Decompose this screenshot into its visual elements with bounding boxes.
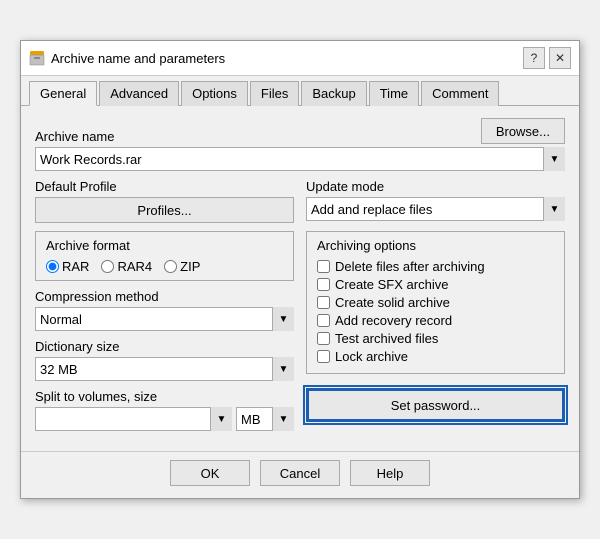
split-unit-wrap: B KB MB GB ▼	[236, 407, 294, 431]
radio-row: RAR RAR4 ZIP	[46, 259, 283, 274]
split-section: Split to volumes, size ▼ B KB	[35, 389, 294, 431]
tab-comment[interactable]: Comment	[421, 81, 499, 106]
radio-zip-input[interactable]	[164, 260, 177, 273]
checkbox-add-recovery[interactable]: Add recovery record	[317, 313, 554, 328]
checkbox-delete-files[interactable]: Delete files after archiving	[317, 259, 554, 274]
ok-button[interactable]: OK	[170, 460, 250, 486]
split-label: Split to volumes, size	[35, 389, 294, 404]
archive-icon	[29, 50, 45, 66]
radio-rar4-input[interactable]	[101, 260, 114, 273]
profiles-button[interactable]: Profiles...	[35, 197, 294, 223]
split-value-select[interactable]	[35, 407, 232, 431]
radio-rar4[interactable]: RAR4	[101, 259, 152, 274]
archive-name-section: Archive name Browse... ▼	[35, 118, 565, 171]
tab-options[interactable]: Options	[181, 81, 248, 106]
compression-label: Compression method	[35, 289, 294, 304]
set-password-button[interactable]: Set password...	[306, 388, 565, 422]
archive-name-label: Archive name	[35, 129, 114, 144]
tab-time[interactable]: Time	[369, 81, 419, 106]
archive-name-input[interactable]	[35, 147, 565, 171]
checkbox-test-files[interactable]: Test archived files	[317, 331, 554, 346]
bottom-buttons: OK Cancel Help	[21, 451, 579, 498]
radio-rar[interactable]: RAR	[46, 259, 89, 274]
dictionary-label: Dictionary size	[35, 339, 294, 354]
radio-rar-input[interactable]	[46, 260, 59, 273]
cancel-button[interactable]: Cancel	[260, 460, 340, 486]
checkbox-lock-archive-input[interactable]	[317, 350, 330, 363]
format-options-row: Archive format RAR RAR4 ZIP	[35, 231, 565, 431]
tab-general[interactable]: General	[29, 81, 97, 106]
dialog-title: Archive name and parameters	[51, 51, 225, 66]
update-mode-select[interactable]: Add and replace files Update and add fil…	[306, 197, 565, 221]
archive-name-field: ▼	[35, 147, 565, 171]
help-button[interactable]: ?	[523, 47, 545, 69]
update-mode-label: Update mode	[306, 179, 565, 194]
checkbox-lock-archive[interactable]: Lock archive	[317, 349, 554, 364]
dialog: Archive name and parameters ? ✕ General …	[20, 40, 580, 499]
checkbox-create-solid-input[interactable]	[317, 296, 330, 309]
tab-bar: General Advanced Options Files Backup Ti…	[21, 76, 579, 106]
close-button[interactable]: ✕	[549, 47, 571, 69]
checkbox-create-sfx[interactable]: Create SFX archive	[317, 277, 554, 292]
browse-button[interactable]: Browse...	[481, 118, 565, 144]
compression-select[interactable]: Store Fastest Fast Normal Good Best	[35, 307, 294, 331]
title-bar: Archive name and parameters ? ✕	[21, 41, 579, 76]
split-controls: ▼ B KB MB GB ▼	[35, 407, 294, 431]
compression-select-wrap: Store Fastest Fast Normal Good Best ▼	[35, 307, 294, 331]
dictionary-section: Dictionary size 512 KB 1 MB 2 MB 4 MB 8 …	[35, 339, 294, 381]
tab-files[interactable]: Files	[250, 81, 299, 106]
archive-format-label: Archive format	[46, 238, 283, 253]
title-bar-buttons: ? ✕	[523, 47, 571, 69]
help-button-bottom[interactable]: Help	[350, 460, 430, 486]
checkbox-create-sfx-input[interactable]	[317, 278, 330, 291]
checkbox-add-recovery-input[interactable]	[317, 314, 330, 327]
profile-update-row: Default Profile Profiles... Update mode …	[35, 179, 565, 223]
dictionary-select[interactable]: 512 KB 1 MB 2 MB 4 MB 8 MB 16 MB 32 MB 6…	[35, 357, 294, 381]
split-unit-select[interactable]: B KB MB GB	[236, 407, 294, 431]
archiving-options-label: Archiving options	[317, 238, 554, 253]
main-content: Archive name Browse... ▼ Default Profile…	[21, 106, 579, 451]
update-mode-section: Update mode Add and replace files Update…	[306, 179, 565, 223]
archive-format-group: Archive format RAR RAR4 ZIP	[35, 231, 294, 281]
update-mode-select-wrap: Add and replace files Update and add fil…	[306, 197, 565, 221]
checkbox-test-files-input[interactable]	[317, 332, 330, 345]
radio-zip[interactable]: ZIP	[164, 259, 200, 274]
checkbox-delete-files-input[interactable]	[317, 260, 330, 273]
right-column: Archiving options Delete files after arc…	[306, 231, 565, 431]
compression-section: Compression method Store Fastest Fast No…	[35, 289, 294, 331]
archiving-options-group: Archiving options Delete files after arc…	[306, 231, 565, 374]
tab-backup[interactable]: Backup	[301, 81, 366, 106]
title-bar-left: Archive name and parameters	[29, 50, 225, 66]
default-profile-label: Default Profile	[35, 179, 294, 194]
default-profile-section: Default Profile Profiles...	[35, 179, 294, 223]
dictionary-select-wrap: 512 KB 1 MB 2 MB 4 MB 8 MB 16 MB 32 MB 6…	[35, 357, 294, 381]
set-password-section: Set password...	[306, 382, 565, 422]
split-value-wrap: ▼	[35, 407, 232, 431]
left-column: Archive format RAR RAR4 ZIP	[35, 231, 294, 431]
tab-advanced[interactable]: Advanced	[99, 81, 179, 106]
checkbox-create-solid[interactable]: Create solid archive	[317, 295, 554, 310]
